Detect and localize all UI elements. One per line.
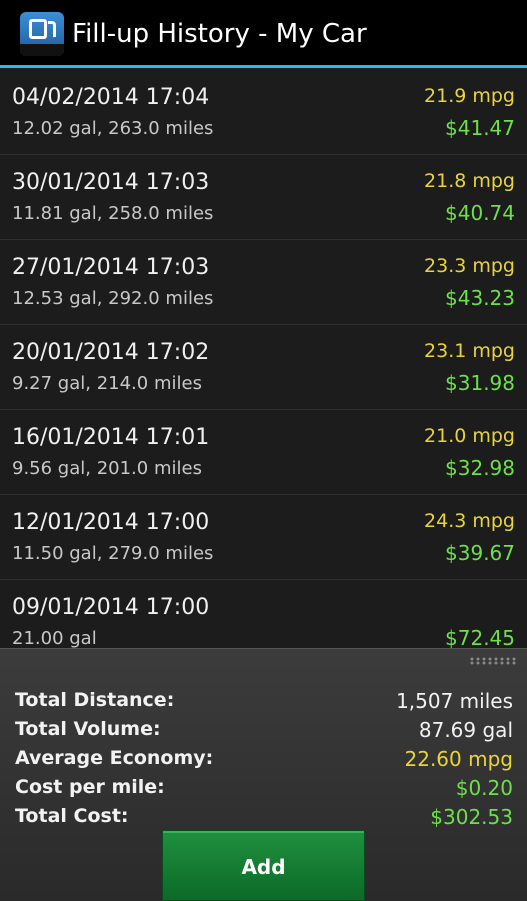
list-item[interactable]: 20/01/2014 17:02 9.27 gal, 214.0 miles 2…	[0, 326, 527, 410]
entry-cost: $43.23	[445, 286, 515, 310]
entry-mpg: 24.3 mpg	[424, 510, 515, 532]
entry-date: 16/01/2014 17:01	[12, 425, 210, 450]
entry-date: 30/01/2014 17:03	[12, 170, 210, 195]
summary-total-volume: Total Volume: 87.69 gal	[0, 718, 527, 746]
entry-cost: $40.74	[445, 201, 515, 225]
entry-mpg: 23.3 mpg	[424, 255, 515, 277]
summary-average-economy: Average Economy: 22.60 mpg	[0, 747, 527, 775]
entry-mpg: 21.0 mpg	[424, 425, 515, 447]
summary-label: Average Economy:	[15, 747, 214, 769]
summary-label: Cost per mile:	[15, 776, 165, 798]
summary-value: 1,507 miles	[396, 689, 513, 713]
list-item[interactable]: 04/02/2014 17:04 12.02 gal, 263.0 miles …	[0, 71, 527, 155]
entry-detail: 9.56 gal, 201.0 miles	[12, 458, 202, 479]
summary-value: 87.69 gal	[418, 718, 513, 742]
add-button[interactable]: Add	[163, 831, 364, 900]
fuel-pump-icon[interactable]	[20, 12, 64, 56]
list-item[interactable]: 09/01/2014 17:00 21.00 gal $72.45	[0, 581, 527, 648]
list-item[interactable]: 12/01/2014 17:00 11.50 gal, 279.0 miles …	[0, 496, 527, 580]
entry-date: 20/01/2014 17:02	[12, 340, 210, 365]
summary-total-cost: Total Cost: $302.53	[0, 805, 527, 833]
entry-detail: 9.27 gal, 214.0 miles	[12, 373, 202, 394]
entry-mpg: 21.8 mpg	[424, 170, 515, 192]
entry-detail: 11.81 gal, 258.0 miles	[12, 203, 214, 224]
list-item[interactable]: 16/01/2014 17:01 9.56 gal, 201.0 miles 2…	[0, 411, 527, 495]
entry-date: 12/01/2014 17:00	[12, 510, 210, 535]
entry-cost: $39.67	[445, 541, 515, 565]
summary-label: Total Volume:	[15, 718, 161, 740]
entry-date: 09/01/2014 17:00	[12, 595, 210, 620]
entry-detail: 21.00 gal	[12, 628, 97, 648]
entry-cost: $32.98	[445, 456, 515, 480]
entry-detail: 12.02 gal, 263.0 miles	[12, 118, 214, 139]
entry-cost: $41.47	[445, 116, 515, 140]
entry-cost: $72.45	[445, 626, 515, 648]
summary-label: Total Cost:	[15, 805, 129, 827]
summary-value: $0.20	[455, 776, 513, 800]
summary-total-distance: Total Distance: 1,507 miles	[0, 689, 527, 717]
page-title: Fill-up History - My Car	[72, 19, 367, 49]
entry-detail: 11.50 gal, 279.0 miles	[12, 543, 214, 564]
summary-value: $302.53	[430, 805, 513, 829]
list-item[interactable]: 30/01/2014 17:03 11.81 gal, 258.0 miles …	[0, 156, 527, 240]
entry-cost: $31.98	[445, 371, 515, 395]
drag-handle-icon[interactable]	[469, 657, 517, 665]
entry-detail: 12.53 gal, 292.0 miles	[12, 288, 214, 309]
entry-date: 27/01/2014 17:03	[12, 255, 210, 280]
summary-value: 22.60 mpg	[404, 747, 514, 771]
fillup-list[interactable]: 04/02/2014 17:04 12.02 gal, 263.0 miles …	[0, 71, 527, 648]
summary-label: Total Distance:	[15, 689, 175, 711]
entry-mpg: 21.9 mpg	[424, 85, 515, 107]
entry-mpg: 23.1 mpg	[424, 340, 515, 362]
list-item[interactable]: 27/01/2014 17:03 12.53 gal, 292.0 miles …	[0, 241, 527, 325]
action-bar: Fill-up History - My Car	[0, 0, 527, 68]
summary-cost-per-mile: Cost per mile: $0.20	[0, 776, 527, 804]
entry-date: 04/02/2014 17:04	[12, 85, 210, 110]
